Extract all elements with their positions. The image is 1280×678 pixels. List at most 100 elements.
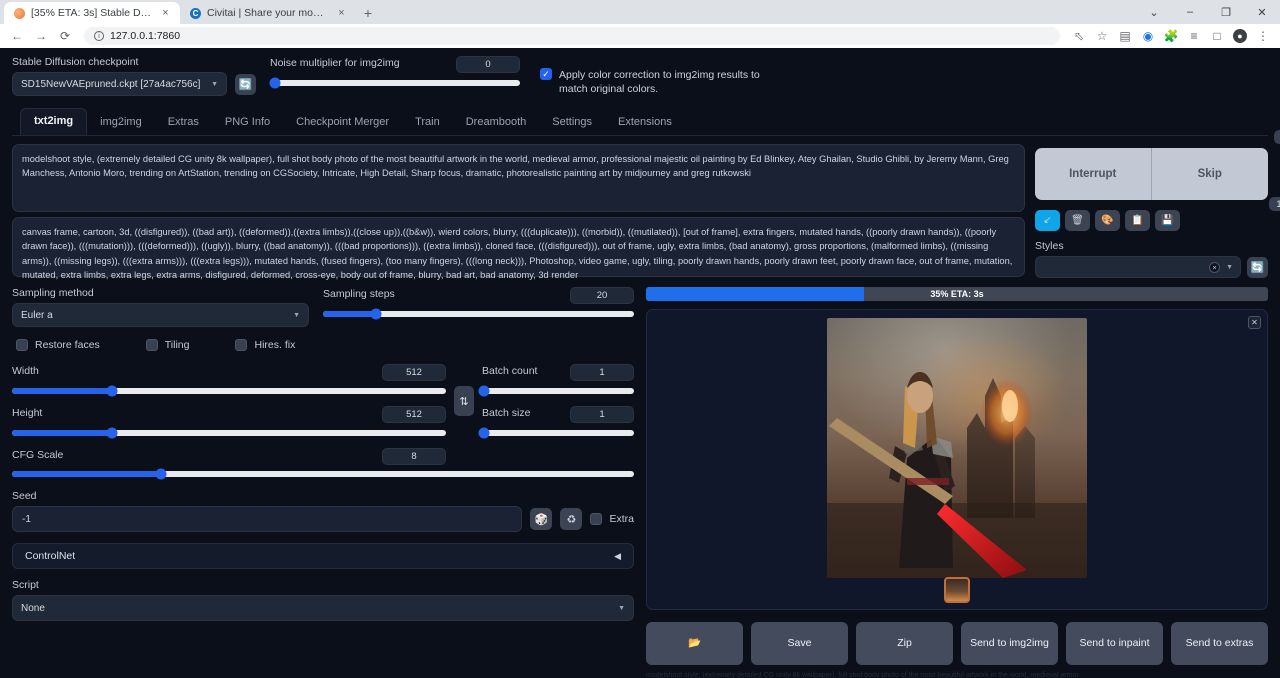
gallery-thumbnail[interactable]: [944, 577, 970, 603]
browser-tab-stable-diffusion[interactable]: [35% ETA: 3s] Stable Diffusion ×: [4, 2, 180, 24]
styles-select[interactable]: × ▼: [1035, 256, 1241, 278]
width-slider[interactable]: [12, 388, 446, 394]
gallery-thumbnail-strip: [647, 577, 1267, 603]
tab-dreambooth[interactable]: Dreambooth: [453, 110, 540, 135]
maximize-icon[interactable]: ❐: [1208, 0, 1244, 24]
skip-button[interactable]: Skip: [1152, 148, 1269, 200]
zip-button[interactable]: Zip: [856, 622, 953, 665]
style-apply-icon[interactable]: 🎨: [1095, 210, 1120, 231]
tab-checkpoint-merger[interactable]: Checkpoint Merger: [283, 110, 402, 135]
tab-txt2img[interactable]: txt2img: [20, 108, 87, 135]
width-value[interactable]: 512: [382, 364, 446, 381]
controlnet-accordion[interactable]: ControlNet ◀: [12, 543, 634, 569]
close-icon[interactable]: ×: [335, 7, 348, 20]
restore-prompt-icon[interactable]: ↙: [1035, 210, 1060, 231]
save-style-icon[interactable]: 💾: [1155, 210, 1180, 231]
refresh-checkpoint-button[interactable]: 🔄: [235, 74, 256, 95]
color-correction-checkbox[interactable]: ✓: [540, 68, 552, 80]
batch-count-label: Batch count: [482, 365, 537, 377]
window-close-icon[interactable]: ✕: [1244, 0, 1280, 24]
profile-avatar[interactable]: ●: [1229, 25, 1251, 47]
send-to-img2img-button[interactable]: Send to img2img: [961, 622, 1058, 665]
send-to-inpaint-button[interactable]: Send to inpaint: [1066, 622, 1163, 665]
batch-size-slider[interactable]: [482, 430, 634, 436]
share-icon[interactable]: ⬁: [1068, 25, 1090, 47]
batch-count-value[interactable]: 1: [570, 364, 634, 381]
save-button[interactable]: Save: [751, 622, 848, 665]
styles-label: Styles: [1035, 240, 1268, 252]
output-gallery[interactable]: ✕: [646, 309, 1268, 610]
negative-prompt-input[interactable]: canvas frame, cartoon, 3d, ((disfigured)…: [12, 217, 1025, 277]
checkpoint-value: SD15NewVAEpruned.ckpt [27a4ac756c]: [21, 79, 200, 90]
random-seed-icon[interactable]: 🎲: [530, 508, 552, 530]
forward-icon[interactable]: →: [30, 25, 52, 47]
sampling-steps-slider[interactable]: [323, 311, 634, 317]
close-icon[interactable]: ✕: [1248, 316, 1261, 329]
color-correction-block[interactable]: ✓ Apply color correction to img2img resu…: [540, 68, 774, 96]
sampling-steps-value[interactable]: 20: [570, 287, 634, 304]
address-bar[interactable]: i 127.0.0.1:7860: [84, 27, 1060, 45]
tab-png-info[interactable]: PNG Info: [212, 110, 283, 135]
paste-icon[interactable]: 📋: [1125, 210, 1150, 231]
positive-prompt-input[interactable]: modelshoot style, (extremely detailed CG…: [12, 144, 1025, 212]
tiling-checkbox[interactable]: [146, 339, 158, 351]
hires-fix-checkbox[interactable]: [235, 339, 247, 351]
side-panel-icon[interactable]: □: [1206, 25, 1228, 47]
close-icon[interactable]: ×: [159, 7, 172, 20]
browser-tab-civitai[interactable]: C Civitai | Share your models ×: [180, 2, 356, 24]
batch-count-slider[interactable]: [482, 388, 634, 394]
refresh-styles-button[interactable]: 🔄: [1247, 257, 1268, 278]
script-select[interactable]: None ▼: [12, 595, 634, 621]
main-tab-bar: txt2img img2img Extras PNG Info Checkpoi…: [12, 108, 1268, 136]
send-to-extras-button[interactable]: Send to extras: [1171, 622, 1268, 665]
open-folder-button[interactable]: 📂: [646, 622, 743, 665]
clear-styles-icon[interactable]: ×: [1209, 262, 1220, 273]
tab-settings[interactable]: Settings: [539, 110, 605, 135]
tab-img2img[interactable]: img2img: [87, 110, 155, 135]
restore-faces-checkbox-item[interactable]: Restore faces: [16, 339, 100, 351]
chevron-down-icon: ▼: [618, 605, 625, 612]
checkpoint-select[interactable]: SD15NewVAEpruned.ckpt [27a4ac756c] ▼: [12, 72, 227, 96]
height-value[interactable]: 512: [382, 406, 446, 423]
recycle-seed-icon[interactable]: ♻: [560, 508, 582, 530]
batch-size-value[interactable]: 1: [570, 406, 634, 423]
seed-extra-checkbox-item[interactable]: Extra: [590, 513, 634, 525]
tab-extensions[interactable]: Extensions: [605, 110, 685, 135]
height-slider[interactable]: [12, 430, 446, 436]
cast-icon[interactable]: ▤: [1114, 25, 1136, 47]
noise-multiplier-slider[interactable]: [270, 80, 520, 86]
script-label: Script: [12, 579, 634, 591]
new-tab-button[interactable]: +: [356, 2, 380, 24]
hires-fix-checkbox-item[interactable]: Hires. fix: [235, 339, 295, 351]
chrome-menu-icon[interactable]: ⋮: [1252, 25, 1274, 47]
browser-chrome: [35% ETA: 3s] Stable Diffusion × C Civit…: [0, 0, 1280, 48]
chevron-down-icon[interactable]: ⌄: [1136, 0, 1172, 24]
tab-extras[interactable]: Extras: [155, 110, 212, 135]
seed-input[interactable]: -1: [12, 506, 522, 532]
generated-image[interactable]: [827, 318, 1087, 578]
restore-faces-checkbox[interactable]: [16, 339, 28, 351]
sampling-method-select[interactable]: Euler a ▼: [12, 303, 309, 327]
noise-multiplier-value[interactable]: 0: [456, 56, 520, 73]
back-icon[interactable]: ←: [6, 25, 28, 47]
interrupt-button[interactable]: Interrupt: [1035, 148, 1152, 200]
toggles-row: Restore faces Tiling Hires. fix: [12, 339, 634, 351]
chevron-down-icon: ▼: [293, 312, 300, 319]
extensions-puzzle-icon[interactable]: 🧩: [1160, 25, 1182, 47]
cfg-scale-value[interactable]: 8: [382, 448, 446, 465]
clear-prompt-icon[interactable]: 🗑: [1065, 210, 1090, 231]
tiling-checkbox-item[interactable]: Tiling: [146, 339, 190, 351]
cfg-scale-slider[interactable]: [12, 471, 634, 477]
minimize-icon[interactable]: –: [1172, 0, 1208, 24]
seed-extra-checkbox[interactable]: [590, 513, 602, 525]
sampling-method-value: Euler a: [21, 310, 53, 321]
site-info-icon[interactable]: i: [94, 31, 104, 41]
swap-dimensions-button[interactable]: ⇅: [454, 386, 474, 416]
interrupt-skip-row: Interrupt Skip: [1035, 148, 1268, 200]
reading-list-icon[interactable]: ≡: [1183, 25, 1205, 47]
bookmark-star-icon[interactable]: ☆: [1091, 25, 1113, 47]
reload-icon[interactable]: ⟳: [54, 25, 76, 47]
sync-icon[interactable]: ◉: [1137, 25, 1159, 47]
tab-train[interactable]: Train: [402, 110, 453, 135]
browser-toolbar: ← → ⟳ i 127.0.0.1:7860 ⬁ ☆ ▤ ◉ 🧩 ≡ □ ● ⋮: [0, 24, 1280, 48]
